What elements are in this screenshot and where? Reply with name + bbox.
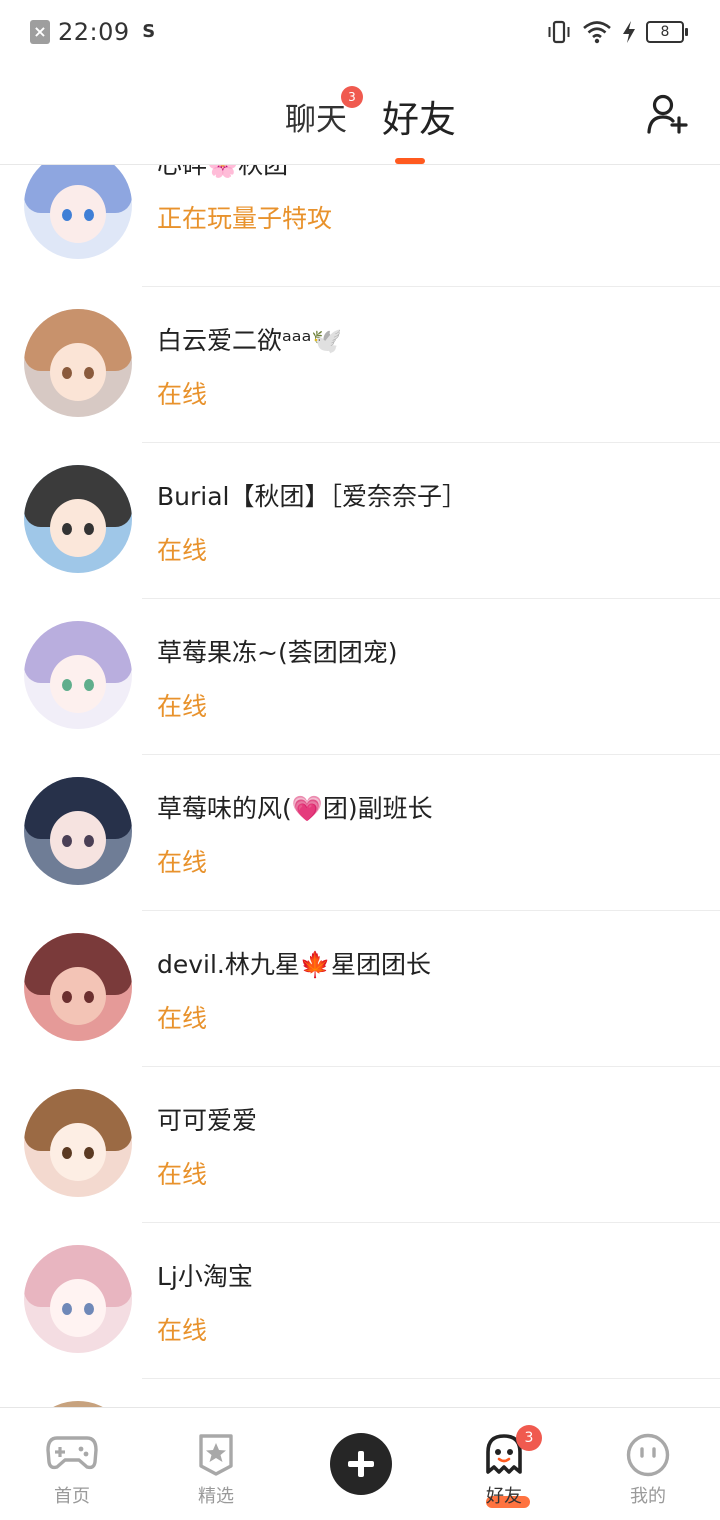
- friend-status: 在线: [157, 692, 208, 721]
- avatar: [24, 165, 132, 259]
- avatar: [24, 309, 132, 417]
- nav-home-label: 首页: [54, 1486, 90, 1507]
- charging-bolt-icon: [623, 21, 635, 43]
- battery-level: 8: [660, 24, 670, 40]
- friend-name: 草莓果冻~(荟团团宠): [157, 638, 398, 667]
- friend-status: 在线: [157, 380, 208, 409]
- friend-name: 可可爱爱: [157, 1106, 258, 1135]
- nav-home[interactable]: 首页: [0, 1408, 144, 1520]
- list-item[interactable]: 草莓味的风(💗团)副班长 在线: [0, 755, 720, 911]
- star-badge-icon: [199, 1434, 233, 1476]
- active-tab-indicator: [395, 158, 425, 164]
- nav-friends[interactable]: 3 好友: [432, 1408, 576, 1520]
- avatar: [24, 933, 132, 1041]
- friend-status: 在线: [157, 536, 208, 565]
- nav-featured-label: 精选: [198, 1486, 234, 1507]
- wifi-icon: [583, 21, 611, 44]
- nav-me[interactable]: 我的: [576, 1408, 720, 1520]
- friend-name: 草莓味的风(💗团)副班长: [157, 794, 433, 823]
- list-item[interactable]: Lj小淘宝 在线: [0, 1223, 720, 1379]
- friend-name: 白云爱二欲ᵃᵃᵃ🕊️: [157, 326, 343, 355]
- tab-friends-label: 好友: [382, 98, 456, 141]
- nav-me-label: 我的: [630, 1486, 666, 1507]
- plus-icon[interactable]: [330, 1433, 392, 1495]
- friend-status: 在线: [157, 848, 208, 877]
- bottom-nav: 首页 精选 3 好友 我的: [0, 1407, 720, 1520]
- avatar: [24, 777, 132, 885]
- nav-friends-label: 好友: [486, 1486, 522, 1507]
- friend-name: Burial【秋团】［爱奈奈子］: [157, 482, 467, 511]
- list-item[interactable]: 可可爱爱 在线: [0, 1067, 720, 1223]
- status-bar: × 22:09 S 8: [0, 0, 720, 64]
- avatar: [24, 1089, 132, 1197]
- nav-featured[interactable]: 精选: [144, 1408, 288, 1520]
- list-item[interactable]: Burial【秋团】［爱奈奈子］ 在线: [0, 443, 720, 599]
- vibrate-icon: [548, 20, 570, 44]
- tab-chat[interactable]: 聊天 3: [285, 86, 363, 139]
- list-item-partial[interactable]: [0, 1379, 720, 1407]
- chat-unread-badge: 3: [341, 86, 363, 108]
- friend-name: devil.林九星🍁星团团长: [157, 950, 432, 979]
- friend-name: Lj小淘宝: [157, 1262, 253, 1291]
- status-time: 22:09: [58, 18, 130, 46]
- notification-x-icon: ×: [30, 20, 50, 44]
- friends-unread-badge: 3: [516, 1425, 542, 1451]
- friend-name: 心碎🌸秋团: [157, 165, 288, 181]
- add-person-icon[interactable]: [646, 92, 690, 136]
- friend-status: 在线: [157, 1316, 208, 1345]
- battery-indicator: 8: [646, 21, 688, 43]
- friend-status: 在线: [157, 1004, 208, 1033]
- avatar: [24, 1245, 132, 1353]
- top-header: 聊天 3 好友: [0, 64, 720, 165]
- avatar: [24, 465, 132, 573]
- list-item[interactable]: 心碎🌸秋团 正在玩量子特攻: [0, 165, 720, 287]
- screenshot-s-icon: S: [142, 21, 156, 42]
- list-item[interactable]: 草莓果冻~(荟团团宠) 在线: [0, 599, 720, 755]
- friend-list[interactable]: 心碎🌸秋团 正在玩量子特攻 白云爱二欲ᵃᵃᵃ🕊️ 在线 Burial【秋团】［爱…: [0, 165, 720, 1407]
- list-item[interactable]: devil.林九星🍁星团团长 在线: [0, 911, 720, 1067]
- face-icon: [626, 1433, 670, 1477]
- gamepad-icon: [46, 1436, 98, 1470]
- tab-chat-label: 聊天: [285, 102, 347, 138]
- friend-status: 正在玩量子特攻: [157, 204, 333, 233]
- friend-status: 在线: [157, 1160, 208, 1189]
- tab-friends[interactable]: 好友: [382, 89, 456, 143]
- avatar: [24, 621, 132, 729]
- list-item[interactable]: 白云爱二欲ᵃᵃᵃ🕊️ 在线: [0, 287, 720, 443]
